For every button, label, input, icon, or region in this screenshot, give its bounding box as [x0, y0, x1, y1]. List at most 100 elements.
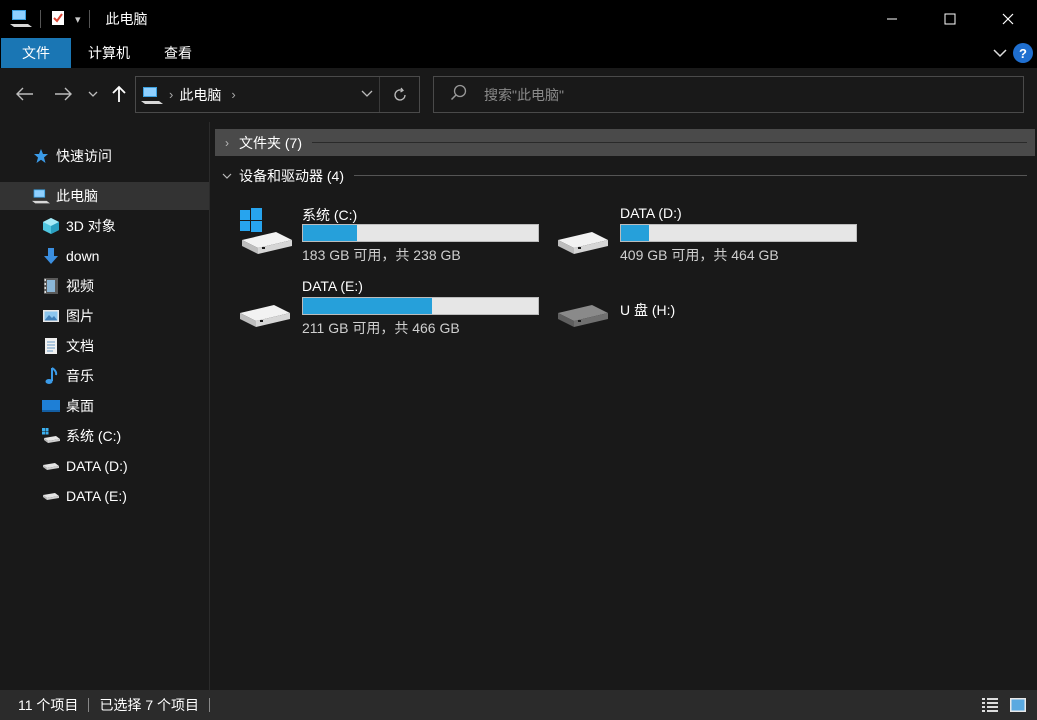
desktop-icon — [42, 397, 60, 415]
drive-item-d[interactable]: DATA (D:) 409 GB 可用，共 464 GB — [558, 202, 858, 263]
divider — [354, 175, 1027, 176]
computer-icon — [141, 85, 163, 105]
drive-icon — [42, 487, 60, 505]
drive-name: U 盘 (H:) — [620, 302, 676, 318]
tab-file[interactable]: 文件 — [1, 38, 71, 68]
group-header-folders[interactable]: › 文件夹 (7) — [215, 129, 1035, 156]
navigation-pane: 快速访问 此电脑 3D 对象 down 视频 图片 文档 音乐 桌面 系统 (C… — [0, 122, 210, 690]
divider — [209, 698, 211, 712]
quick-access-toolbar: ▾ — [0, 0, 98, 38]
sidebar-item-quick-access[interactable]: 快速访问 — [32, 142, 112, 170]
drive-usage-bar — [620, 224, 857, 242]
group-header-devices[interactable]: 设备和驱动器 (4) — [215, 162, 1035, 189]
divider — [312, 142, 1027, 143]
close-button[interactable] — [979, 0, 1037, 38]
content-pane: › 文件夹 (7) 设备和驱动器 (4) 系统 (C:) 183 GB 可用，共… — [213, 122, 1037, 690]
sidebar-item-label: 音乐 — [66, 368, 94, 384]
breadcrumb-chevron-icon[interactable]: › — [169, 87, 173, 102]
drive-usage-fill — [621, 225, 650, 241]
search-icon — [450, 84, 470, 105]
customize-toolbar-icon[interactable]: ▾ — [75, 13, 81, 26]
search-box[interactable] — [433, 76, 1024, 113]
refresh-button[interactable] — [379, 77, 419, 112]
navigation-bar: › 此电脑 › — [0, 68, 1037, 122]
up-arrow-icon[interactable] — [107, 82, 131, 106]
drive-name: 系统 (C:) — [302, 207, 358, 223]
tab-view[interactable]: 查看 — [147, 38, 209, 68]
minimize-button[interactable] — [863, 0, 921, 38]
sidebar-item-desktop[interactable]: 桌面 — [42, 392, 94, 420]
sidebar-item-pictures[interactable]: 图片 — [42, 302, 94, 330]
drive-item-h[interactable]: U 盘 (H:) — [558, 275, 858, 335]
sidebar-item-system-c[interactable]: 系统 (C:) — [42, 422, 121, 450]
address-bar[interactable]: › 此电脑 › — [135, 76, 420, 113]
system-drive-icon — [240, 202, 296, 258]
drive-usage-bar — [302, 297, 539, 315]
recent-locations-icon[interactable] — [82, 82, 104, 106]
cube-icon — [42, 217, 60, 235]
drive-name: DATA (E:) — [302, 278, 363, 294]
sidebar-item-data-e[interactable]: DATA (E:) — [42, 482, 127, 510]
computer-icon — [32, 187, 50, 205]
drive-size-text: 409 GB 可用，共 464 GB — [620, 247, 779, 263]
large-icons-view-icon[interactable] — [1009, 696, 1027, 717]
sidebar-item-label: 3D 对象 — [66, 218, 116, 234]
sidebar-item-videos[interactable]: 视频 — [42, 272, 94, 300]
drive-icon — [42, 457, 60, 475]
help-button[interactable]: ? — [1013, 43, 1033, 63]
sidebar-item-this-pc[interactable]: 此电脑 — [0, 182, 209, 210]
view-switcher — [981, 696, 1027, 717]
address-dropdown-icon[interactable] — [361, 85, 373, 101]
properties-icon[interactable] — [49, 9, 67, 30]
back-arrow-icon[interactable] — [13, 82, 37, 106]
sidebar-item-data-d[interactable]: DATA (D:) — [42, 452, 128, 480]
ribbon-tabs: 文件 计算机 查看 ? — [0, 38, 1037, 68]
drive-icon — [240, 275, 296, 331]
drive-item-e[interactable]: DATA (E:) 211 GB 可用，共 466 GB — [240, 275, 540, 336]
details-view-icon[interactable] — [981, 696, 999, 717]
window-controls — [863, 0, 1037, 38]
expand-ribbon-icon[interactable] — [993, 45, 1007, 61]
removable-drive-icon — [558, 275, 614, 331]
sidebar-item-music[interactable]: 音乐 — [42, 362, 94, 390]
sidebar-item-down[interactable]: down — [42, 242, 99, 270]
item-count: 11 个项目 — [18, 697, 79, 713]
chevron-right-icon: › — [225, 135, 229, 150]
document-icon — [42, 337, 60, 355]
tab-computer[interactable]: 计算机 — [71, 38, 147, 68]
refresh-icon — [393, 87, 406, 101]
sidebar-item-label: 快速访问 — [56, 148, 112, 164]
drive-usage-fill — [303, 298, 433, 314]
chevron-down-icon — [215, 169, 239, 183]
search-input[interactable] — [484, 86, 984, 103]
maximize-button[interactable] — [921, 0, 979, 38]
drive-size-text: 211 GB 可用，共 466 GB — [302, 320, 460, 336]
breadcrumb-chevron-icon[interactable]: › — [231, 87, 235, 102]
computer-icon[interactable] — [10, 8, 32, 31]
drive-size-text: 183 GB 可用，共 238 GB — [302, 247, 461, 263]
divider — [40, 10, 41, 28]
sidebar-item-label: 文档 — [66, 338, 94, 354]
picture-icon — [42, 307, 60, 325]
sidebar-item-label: down — [66, 248, 100, 264]
forward-arrow-icon[interactable] — [51, 82, 75, 106]
ribbon-right-controls: ? — [993, 38, 1033, 68]
breadcrumb-item[interactable]: 此电脑 — [179, 85, 221, 105]
group-header-label: 文件夹 (7) — [239, 134, 302, 151]
window-title: 此电脑 — [105, 11, 148, 27]
system-drive-icon — [42, 427, 60, 445]
music-note-icon — [42, 367, 60, 385]
divider — [88, 10, 90, 28]
group-header-label: 设备和驱动器 (4) — [239, 167, 344, 184]
status-bar: 11 个项目 已选择 7 个项目 — [0, 690, 1037, 720]
download-arrow-icon — [42, 247, 60, 265]
sidebar-item-label: 系统 (C:) — [66, 428, 122, 444]
drive-icon — [558, 202, 614, 258]
sidebar-item-3d-objects[interactable]: 3D 对象 — [42, 212, 116, 240]
drive-name: DATA (D:) — [620, 205, 682, 221]
selected-count: 已选择 7 个项目 — [99, 697, 200, 713]
sidebar-item-documents[interactable]: 文档 — [42, 332, 94, 360]
drive-item-c[interactable]: 系统 (C:) 183 GB 可用，共 238 GB — [240, 202, 540, 263]
sidebar-item-label: 视频 — [66, 278, 94, 294]
sidebar-item-label: 图片 — [66, 308, 94, 324]
